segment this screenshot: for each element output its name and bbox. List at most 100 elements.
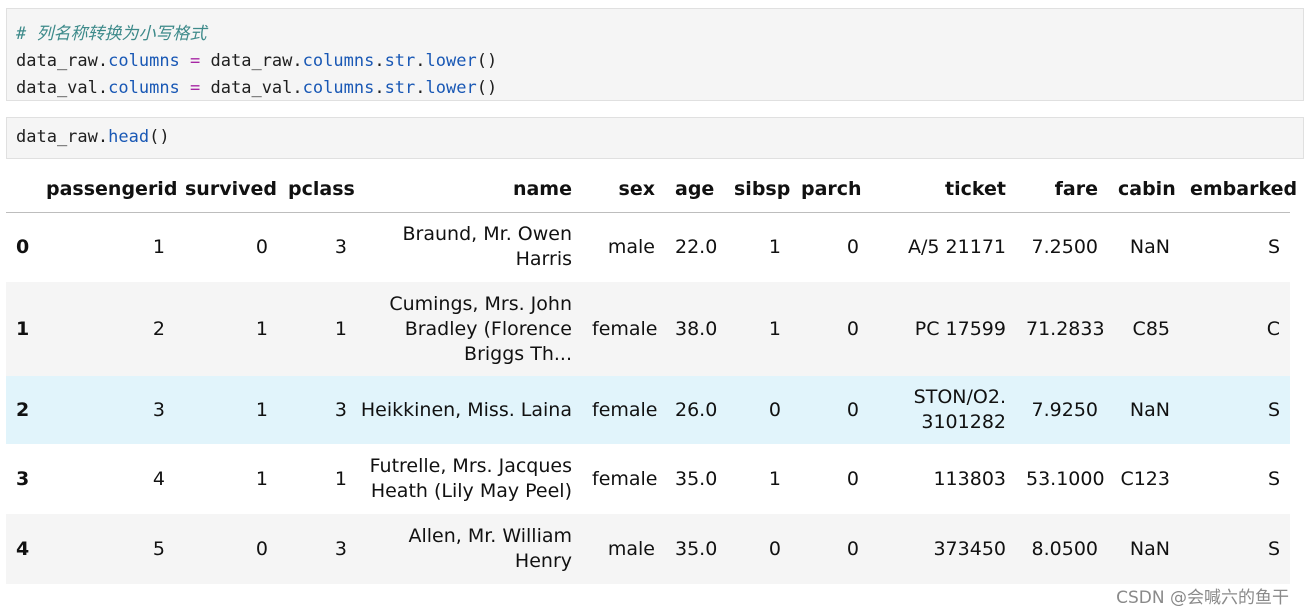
table-cell: S bbox=[1267, 467, 1280, 490]
table-row: 4 5 0 3 Allen, Mr. William Henry male 35… bbox=[6, 514, 1290, 584]
table-cell: S bbox=[1267, 235, 1280, 258]
code-token: () bbox=[476, 51, 498, 71]
row-index: 4 bbox=[16, 538, 30, 560]
table-cell: 3 bbox=[334, 235, 347, 258]
table-cell: 0 bbox=[255, 235, 268, 258]
code-token: . bbox=[415, 51, 426, 71]
table-cell: S bbox=[1267, 398, 1280, 421]
table-cell: PC 17599 bbox=[914, 317, 1006, 340]
code-line-data-raw: data_raw.columns = data_raw.columns.str.… bbox=[16, 48, 1303, 75]
table-cell: female bbox=[592, 317, 658, 340]
table-cell: 1 bbox=[152, 235, 165, 258]
table-cell: NaN bbox=[1129, 235, 1170, 258]
row-index: 3 bbox=[16, 468, 30, 490]
code-token: data_val bbox=[16, 78, 98, 98]
code-line-data-val: data_val.columns = data_val.columns.str.… bbox=[16, 75, 1303, 102]
code-token: () bbox=[476, 78, 498, 98]
code-token: columns bbox=[302, 51, 375, 71]
code-token: str bbox=[384, 51, 416, 71]
code-line-head: data_raw.head() bbox=[16, 124, 1303, 151]
table-cell: NaN bbox=[1129, 398, 1170, 421]
code-token: . bbox=[374, 51, 385, 71]
table-cell: 2 bbox=[152, 317, 165, 340]
table-cell: 1 bbox=[768, 467, 781, 490]
table-cell: 4 bbox=[152, 467, 165, 490]
table-cell: 373450 bbox=[933, 537, 1006, 560]
row-index: 1 bbox=[16, 318, 30, 340]
code-token: = bbox=[179, 51, 211, 71]
row-index: 2 bbox=[16, 399, 30, 421]
column-header: embarked bbox=[1190, 177, 1298, 200]
code-token: . bbox=[415, 78, 426, 98]
table-row: 3 4 1 1 Futrelle, Mrs. Jacques Heath (Li… bbox=[6, 444, 1290, 514]
table-cell: male bbox=[607, 235, 655, 258]
code-token: head bbox=[108, 127, 150, 147]
table-cell: Heikkinen, Miss. Laina bbox=[360, 398, 572, 421]
table-cell: A/5 21171 bbox=[908, 235, 1006, 258]
table-cell: C bbox=[1266, 317, 1280, 340]
column-header: sex bbox=[618, 177, 655, 200]
table-cell: 0 bbox=[768, 537, 781, 560]
table-cell: 7.9250 bbox=[1031, 398, 1098, 421]
code-token: lower bbox=[425, 78, 477, 98]
column-header: name bbox=[512, 177, 572, 200]
table-cell: 71.2833 bbox=[1026, 317, 1105, 340]
code-token: data_raw bbox=[16, 51, 98, 71]
code-token: . bbox=[374, 78, 385, 98]
column-header: survived bbox=[185, 177, 277, 200]
code-token: = bbox=[179, 78, 211, 98]
code-token: data_raw bbox=[210, 51, 293, 71]
table-cell: C123 bbox=[1120, 467, 1170, 490]
column-header: age bbox=[675, 177, 715, 200]
code-token: . bbox=[97, 78, 109, 98]
table-cell: 0 bbox=[846, 235, 859, 258]
table-cell: NaN bbox=[1129, 537, 1170, 560]
table-cell: C85 bbox=[1132, 317, 1170, 340]
table-cell: 3 bbox=[152, 398, 165, 421]
column-header: cabin bbox=[1118, 177, 1176, 200]
column-header: sibsp bbox=[734, 177, 791, 200]
table-cell: 8.0500 bbox=[1031, 537, 1098, 560]
table-cell: S bbox=[1267, 537, 1280, 560]
table-cell: 1 bbox=[334, 317, 347, 340]
code-token: lower bbox=[425, 51, 477, 71]
table-cell: 0 bbox=[846, 537, 859, 560]
code-token: . bbox=[292, 78, 303, 98]
table-cell: STON/O2. 3101282 bbox=[913, 386, 1006, 433]
code-token: data_val bbox=[210, 78, 293, 98]
table-cell: 1 bbox=[334, 467, 347, 490]
table-cell: 113803 bbox=[933, 467, 1006, 490]
table-cell: 38.0 bbox=[675, 317, 718, 340]
code-cell-lowercase-columns[interactable]: # 列名称转换为小写格式 data_raw.columns = data_raw… bbox=[6, 8, 1304, 101]
code-token: () bbox=[149, 127, 170, 147]
table-cell: 7.2500 bbox=[1031, 235, 1098, 258]
column-header: parch bbox=[801, 177, 862, 200]
table-cell: 35.0 bbox=[675, 467, 718, 490]
table-cell: 1 bbox=[768, 317, 781, 340]
table-cell: Allen, Mr. William Henry bbox=[408, 525, 572, 572]
code-cell-head[interactable]: data_raw.head() bbox=[6, 117, 1304, 159]
table-cell: 1 bbox=[255, 317, 268, 340]
column-header: fare bbox=[1054, 177, 1098, 200]
table-cell: 0 bbox=[846, 317, 859, 340]
column-header: ticket bbox=[945, 177, 1006, 200]
table-cell: male bbox=[607, 537, 655, 560]
code-comment: # 列名称转换为小写格式 bbox=[16, 24, 207, 44]
table-cell: 0 bbox=[768, 398, 781, 421]
code-token: . bbox=[97, 51, 109, 71]
table-cell: 0 bbox=[255, 537, 268, 560]
code-token: columns bbox=[108, 78, 180, 98]
table-cell: 53.1000 bbox=[1026, 467, 1105, 490]
table-cell: 0 bbox=[846, 467, 859, 490]
table-cell: 35.0 bbox=[675, 537, 718, 560]
row-index: 0 bbox=[16, 236, 30, 259]
code-token: columns bbox=[108, 51, 180, 71]
code-comment-line: # 列名称转换为小写格式 bbox=[16, 21, 1303, 48]
table-row: 1 2 1 1 Cumings, Mrs. John Bradley (Flor… bbox=[6, 282, 1290, 376]
table-row: 2 3 1 3 Heikkinen, Miss. Laina female 26… bbox=[6, 376, 1290, 444]
table-cell: 1 bbox=[768, 235, 781, 258]
table-header-row: passengerid survived pclass name sex age… bbox=[6, 166, 1298, 212]
table-cell: 1 bbox=[255, 467, 268, 490]
column-header: pclass bbox=[288, 177, 355, 200]
code-token: . bbox=[292, 51, 303, 71]
